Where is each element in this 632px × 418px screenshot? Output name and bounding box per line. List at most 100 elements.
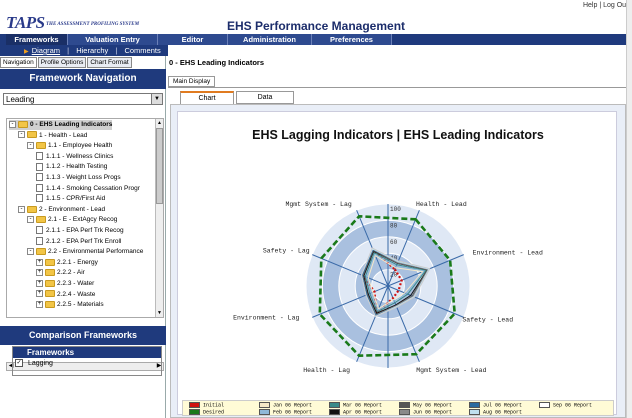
folder-icon: [36, 247, 46, 255]
scroll-thumb[interactable]: [156, 128, 163, 204]
legend-label: Apr 06 Report: [343, 409, 383, 416]
legend-item: Jun 06 Report: [399, 409, 452, 416]
tab-valuation-entry[interactable]: Valuation Entry: [68, 34, 158, 45]
lagging-checkbox[interactable]: ✓: [15, 359, 23, 368]
header-links: Help | Log Out: [583, 2, 628, 9]
legend-swatch: [469, 409, 480, 415]
tree-node[interactable]: - 0 - EHS Leading Indicators: [9, 120, 113, 130]
tree-node[interactable]: +2.2.2 - Air: [36, 268, 85, 278]
radar-chart: 20406080100Health - LeadEnvironment - Le…: [233, 201, 543, 374]
tab-administration[interactable]: Administration: [228, 34, 312, 45]
legend-swatch: [259, 409, 270, 415]
radar-tick-label: 100: [390, 206, 401, 213]
tab-navigation[interactable]: Navigation: [0, 57, 37, 68]
tree-node-label: 2.2 - Environmental Performance: [48, 248, 144, 256]
tree-node-label: 1.1.2 - Health Testing: [46, 163, 108, 171]
main-nav: Frameworks Valuation Entry Editor Admini…: [0, 34, 632, 45]
legend-item: Aug 06 Report: [469, 409, 522, 416]
scroll-down-icon[interactable]: ▼: [156, 309, 163, 317]
folder-icon: [18, 120, 28, 128]
tree-node[interactable]: - 1.1 - Employee Health: [27, 141, 112, 151]
subnav-separator: |: [67, 46, 70, 55]
legend-label: Sep 06 Report: [553, 402, 593, 409]
tree-node[interactable]: - 2.1 - E - ExtAgcy Recog: [27, 215, 117, 225]
legend-item: Apr 06 Report: [329, 409, 382, 416]
legend-label: May 06 Report: [413, 402, 453, 409]
tree-node[interactable]: 1.1.1 - Wellness Clinics: [36, 152, 113, 162]
tree-node[interactable]: 1.1.2 - Health Testing: [36, 162, 107, 172]
radar-tick-label: 60: [390, 239, 398, 246]
tree-node-label: 1.1.1 - Wellness Clinics: [46, 152, 114, 160]
legend-label: Desired: [203, 409, 225, 416]
legend-label: Aug 06 Report: [483, 409, 523, 416]
expand-icon[interactable]: +: [36, 258, 43, 266]
collapse-icon[interactable]: -: [9, 120, 16, 128]
tab-data[interactable]: Data: [236, 91, 294, 104]
expand-icon[interactable]: +: [36, 300, 43, 308]
tree-node-label: 1.1.4 - Smoking Cessation Progr: [46, 184, 140, 192]
document-icon: [36, 236, 43, 245]
tree-node[interactable]: +2.2.1 - Energy: [36, 258, 98, 268]
legend-label: Jun 06 Report: [413, 409, 453, 416]
radar-axis-label: Environment - Lead: [473, 250, 543, 257]
page-scrollbar[interactable]: [626, 0, 632, 418]
tree-node[interactable]: +2.2.3 - Water: [36, 279, 94, 289]
tree-node[interactable]: - 1 - Health - Lead: [18, 131, 87, 141]
tab-editor[interactable]: Editor: [158, 34, 228, 45]
document-icon: [36, 173, 43, 182]
chevron-down-icon[interactable]: ▼: [151, 94, 162, 104]
tab-preferences[interactable]: Preferences: [312, 34, 392, 45]
tree-node[interactable]: 2.1.1 - EPA Perf Trk Recog: [36, 226, 124, 236]
tab-frameworks[interactable]: Frameworks: [6, 34, 68, 45]
sub-nav-bar: ▶ Diagram | Hierarchy | Comments: [0, 45, 168, 56]
tab-main-display[interactable]: Main Display: [168, 76, 216, 87]
tree-node[interactable]: 1.1.4 - Smoking Cessation Progr: [36, 183, 140, 194]
expand-icon[interactable]: +: [36, 279, 43, 287]
expand-icon[interactable]: +: [36, 290, 43, 298]
tree-node[interactable]: 1.1.5 - CPR/First Aid: [36, 194, 105, 204]
tree-node[interactable]: 1.1.3 - Weight Loss Progs: [36, 173, 121, 183]
help-link[interactable]: Help: [583, 2, 597, 9]
subnav-comments[interactable]: Comments: [124, 46, 160, 55]
legend-swatch: [189, 402, 200, 408]
subnav-diagram[interactable]: Diagram: [32, 46, 60, 55]
collapse-icon[interactable]: -: [27, 216, 34, 224]
chart-area: EHS Lagging Indicators | EHS Leading Ind…: [177, 111, 617, 416]
sub-nav: ▶ Diagram | Hierarchy | Comments: [0, 45, 632, 56]
tree-node-label: 2.2.3 - Water: [57, 280, 95, 287]
tree-node[interactable]: +2.2.5 - Materials: [36, 300, 104, 310]
radar-axis-label: Mgmt System - Lead: [416, 367, 486, 374]
left-tabs: Navigation Profile Options Chart Format: [0, 57, 133, 68]
legend-swatch: [469, 402, 480, 408]
expand-icon[interactable]: +: [36, 269, 43, 277]
main-panel: 0 - EHS Leading Indicators Main Display …: [166, 56, 632, 418]
collapse-icon[interactable]: -: [18, 131, 25, 139]
frameworks-table: Frameworks ✓ Lagging: [12, 346, 162, 376]
logout-link[interactable]: Log Out: [603, 2, 628, 9]
legend-item: Desired: [189, 409, 224, 416]
collapse-icon[interactable]: -: [27, 141, 34, 149]
framework-select[interactable]: Leading ▼: [3, 93, 163, 105]
folder-icon: [36, 216, 46, 224]
collapse-icon[interactable]: -: [27, 247, 34, 255]
tab-profile-options[interactable]: Profile Options: [37, 57, 87, 68]
collapse-icon[interactable]: -: [18, 205, 25, 213]
subnav-hierarchy[interactable]: Hierarchy: [76, 46, 108, 55]
scroll-up-icon[interactable]: ▲: [156, 119, 163, 127]
tree-node[interactable]: +2.2.4 - Waste: [36, 290, 95, 300]
tab-chart-format[interactable]: Chart Format: [87, 57, 132, 68]
legend-swatch: [329, 409, 340, 415]
tree-node-label: 2.1.2 - EPA Perf Trk Enroll: [46, 237, 122, 245]
framework-label: Lagging: [27, 360, 53, 367]
folder-icon: [45, 300, 55, 308]
folder-icon: [45, 258, 55, 266]
tree-node[interactable]: 2.1.2 - EPA Perf Trk Enroll: [36, 236, 122, 247]
tree-vertical-scrollbar[interactable]: ▲ ▼: [155, 119, 163, 317]
tab-chart[interactable]: Chart: [180, 91, 234, 104]
breadcrumb: 0 - EHS Leading Indicators: [169, 58, 265, 67]
framework-navigation-title: Framework Navigation: [0, 69, 166, 89]
radar-axis-label: Health - Lead: [416, 201, 467, 208]
tree-node[interactable]: - 2 - Environment - Lead: [18, 205, 105, 215]
subnav-separator: |: [115, 46, 118, 55]
tree-node[interactable]: - 2.2 - Environmental Performance: [27, 247, 143, 257]
